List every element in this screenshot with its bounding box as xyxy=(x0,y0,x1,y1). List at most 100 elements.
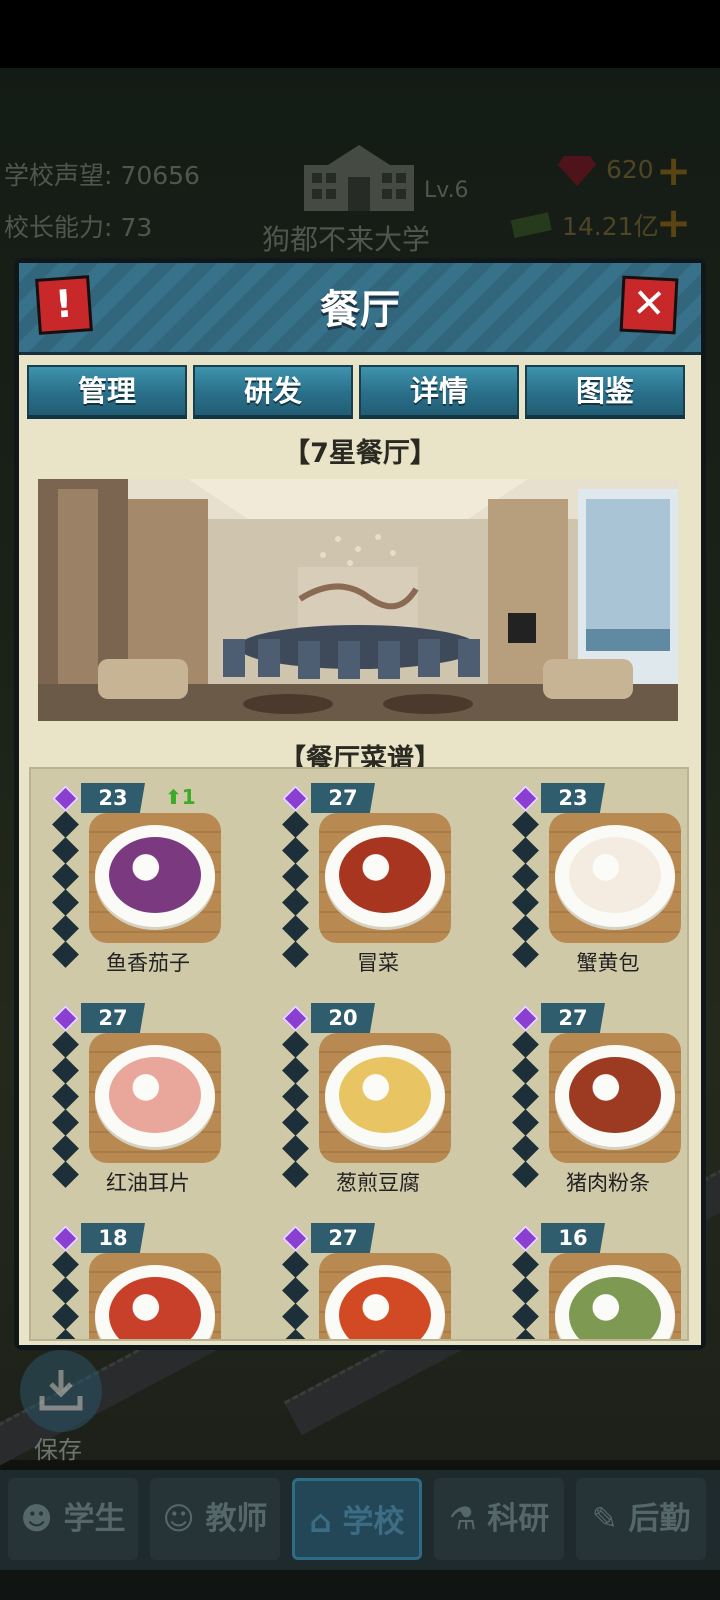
star-empty-icon xyxy=(52,1135,79,1162)
star-empty-icon xyxy=(282,837,309,864)
star-empty-icon xyxy=(282,1329,309,1339)
dish-card[interactable]: 16 xyxy=(512,1223,687,1339)
star-empty-icon xyxy=(52,915,79,942)
star-empty-icon xyxy=(282,1251,309,1278)
dish-level: 18 xyxy=(81,1223,145,1253)
nav-teachers[interactable]: ☺ 教师 xyxy=(150,1478,280,1560)
dish-image xyxy=(569,1057,661,1133)
system-nav-bar xyxy=(0,1570,720,1600)
star-empty-icon xyxy=(282,1057,309,1084)
star-empty-icon xyxy=(282,889,309,916)
star-empty-icon xyxy=(512,1135,539,1162)
star-empty-icon xyxy=(512,889,539,916)
star-empty-icon xyxy=(282,1109,309,1136)
star-empty-icon xyxy=(512,1277,539,1304)
dish-name: 冒菜 xyxy=(357,951,399,975)
star-filled-icon xyxy=(52,785,79,812)
dish-card[interactable]: 27 冒菜 xyxy=(282,783,493,993)
dish-level: 23 xyxy=(81,783,145,813)
dish-card[interactable]: 27 猪肉粉条 xyxy=(512,1003,687,1213)
star-filled-icon xyxy=(282,1005,309,1032)
star-empty-icon xyxy=(512,915,539,942)
arrow-up-icon: ⬆ xyxy=(165,785,182,809)
dish-card[interactable]: 23 ⬆1 鱼香茄子 xyxy=(52,783,263,993)
star-empty-icon xyxy=(512,1251,539,1278)
star-empty-icon xyxy=(52,1277,79,1304)
dish-image xyxy=(109,837,201,913)
star-empty-icon xyxy=(282,811,309,838)
star-empty-icon xyxy=(52,1057,79,1084)
star-filled-icon xyxy=(512,1005,539,1032)
star-empty-icon xyxy=(282,1277,309,1304)
dish-card[interactable]: 18 xyxy=(52,1223,263,1339)
panel-title: 餐厅 xyxy=(320,287,400,333)
star-empty-icon xyxy=(512,811,539,838)
nav-logistics-label: 后勤 xyxy=(628,1501,691,1537)
star-empty-icon xyxy=(282,1303,309,1330)
star-empty-icon xyxy=(52,811,79,838)
dish-name: 红油耳片 xyxy=(106,1171,190,1195)
star-empty-icon xyxy=(512,1031,539,1058)
panel-body: 管理 研发 详情 图鉴 【7星餐厅】 【餐厅菜谱】 23 ⬆1 鱼香茄子 27 … xyxy=(19,355,701,1345)
dish-image xyxy=(339,837,431,913)
close-button[interactable]: ✕ xyxy=(619,275,679,335)
restaurant-rank: 【7星餐厅】 xyxy=(283,438,437,469)
dish-level: 27 xyxy=(311,783,375,813)
star-empty-icon xyxy=(512,837,539,864)
star-filled-icon xyxy=(512,1225,539,1252)
dish-card[interactable]: 27 红油耳片 xyxy=(52,1003,263,1213)
dish-name: 鱼香茄子 xyxy=(106,951,190,975)
dish-name: 葱煎豆腐 xyxy=(336,1171,420,1195)
dish-image xyxy=(569,837,661,913)
dish-name: 蟹黄包 xyxy=(576,951,640,975)
tab-catalog[interactable]: 图鉴 xyxy=(525,365,685,419)
nav-research-label: 科研 xyxy=(487,1501,550,1537)
dish-level: 27 xyxy=(81,1003,145,1033)
dish-name: 猪肉粉条 xyxy=(566,1171,650,1195)
dish-card[interactable]: 27 xyxy=(282,1223,493,1339)
star-empty-icon xyxy=(512,863,539,890)
star-empty-icon xyxy=(512,1303,539,1330)
dish-card[interactable]: 20 葱煎豆腐 xyxy=(282,1003,493,1213)
dish-card[interactable]: 23 蟹黄包 xyxy=(512,783,687,993)
nav-teachers-label: 教师 xyxy=(205,1501,268,1537)
nav-students[interactable]: ☻ 学生 xyxy=(8,1478,138,1560)
save-label: 保存 xyxy=(34,1436,82,1464)
star-filled-icon xyxy=(512,785,539,812)
nav-research[interactable]: ⚗ 科研 xyxy=(434,1478,564,1560)
panel-header: ! 餐厅 ✕ xyxy=(19,263,701,366)
star-empty-icon xyxy=(282,1031,309,1058)
nav-school[interactable]: ⌂ 学校 xyxy=(292,1478,422,1560)
dish-image xyxy=(109,1057,201,1133)
upgrade-count: 1 xyxy=(181,785,196,809)
nav-students-label: 学生 xyxy=(63,1501,126,1537)
dish-image xyxy=(339,1057,431,1133)
school-icon: ⌂ xyxy=(309,1504,343,1540)
star-empty-icon xyxy=(52,1083,79,1110)
star-empty-icon xyxy=(282,863,309,890)
dish-level: 20 xyxy=(311,1003,375,1033)
tab-manage[interactable]: 管理 xyxy=(27,365,187,419)
star-empty-icon xyxy=(52,1329,79,1339)
star-rating xyxy=(512,1225,539,1339)
star-filled-icon xyxy=(282,1225,309,1252)
restaurant-panel: ! 餐厅 ✕ 管理 研发 详情 图鉴 【7星餐厅】 【餐厅菜谱】 23 ⬆1 鱼… xyxy=(14,258,706,1350)
dish-level: 27 xyxy=(541,1003,605,1033)
tab-research[interactable]: 研发 xyxy=(193,365,353,419)
status-bar xyxy=(0,0,720,68)
clipboard-icon: ✎ xyxy=(591,1501,629,1537)
nav-school-label: 学校 xyxy=(342,1504,405,1540)
dish-grid[interactable]: 23 ⬆1 鱼香茄子 27 冒菜 23 蟹黄包 27 红油耳片 20 葱煎豆腐 27 猪肉粉条 18 27 1… xyxy=(29,767,689,1341)
star-empty-icon xyxy=(512,1109,539,1136)
star-rating xyxy=(282,1225,309,1339)
nav-logistics[interactable]: ✎ 后勤 xyxy=(576,1478,706,1560)
dish-level: 27 xyxy=(311,1223,375,1253)
star-empty-icon xyxy=(512,1329,539,1339)
tab-details[interactable]: 详情 xyxy=(359,365,519,419)
teacher-icon: ☺ xyxy=(162,1501,206,1537)
save-button[interactable] xyxy=(20,1350,102,1432)
star-empty-icon xyxy=(282,1083,309,1110)
download-icon xyxy=(39,1370,83,1411)
flask-icon: ⚗ xyxy=(448,1501,488,1537)
star-empty-icon xyxy=(52,837,79,864)
